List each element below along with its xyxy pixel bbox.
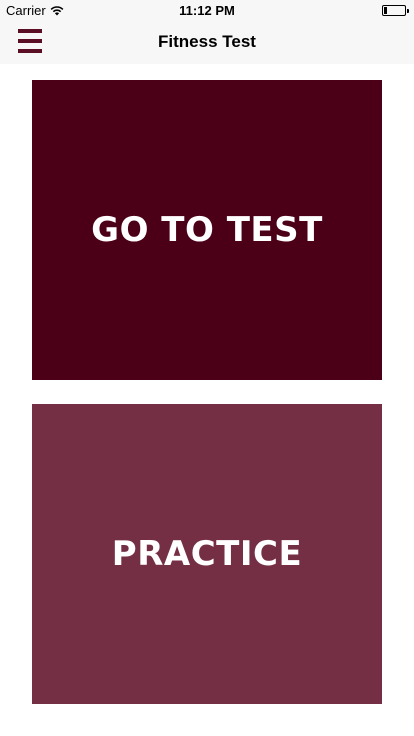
battery-icon [382, 5, 409, 16]
go-to-test-label: GO TO TEST [91, 210, 323, 250]
status-time: 11:12 PM [179, 3, 235, 18]
go-to-test-button[interactable]: GO TO TEST [32, 80, 382, 380]
practice-button[interactable]: PRACTICE [32, 404, 382, 704]
practice-label: PRACTICE [111, 534, 303, 574]
status-bar: Carrier 11:12 PM [0, 0, 414, 20]
page-title: Fitness Test [158, 32, 256, 51]
app-screen: Carrier 11:12 PM Fitness Test GO TO TEST… [0, 0, 414, 736]
navigation-bar: Fitness Test [0, 20, 414, 64]
